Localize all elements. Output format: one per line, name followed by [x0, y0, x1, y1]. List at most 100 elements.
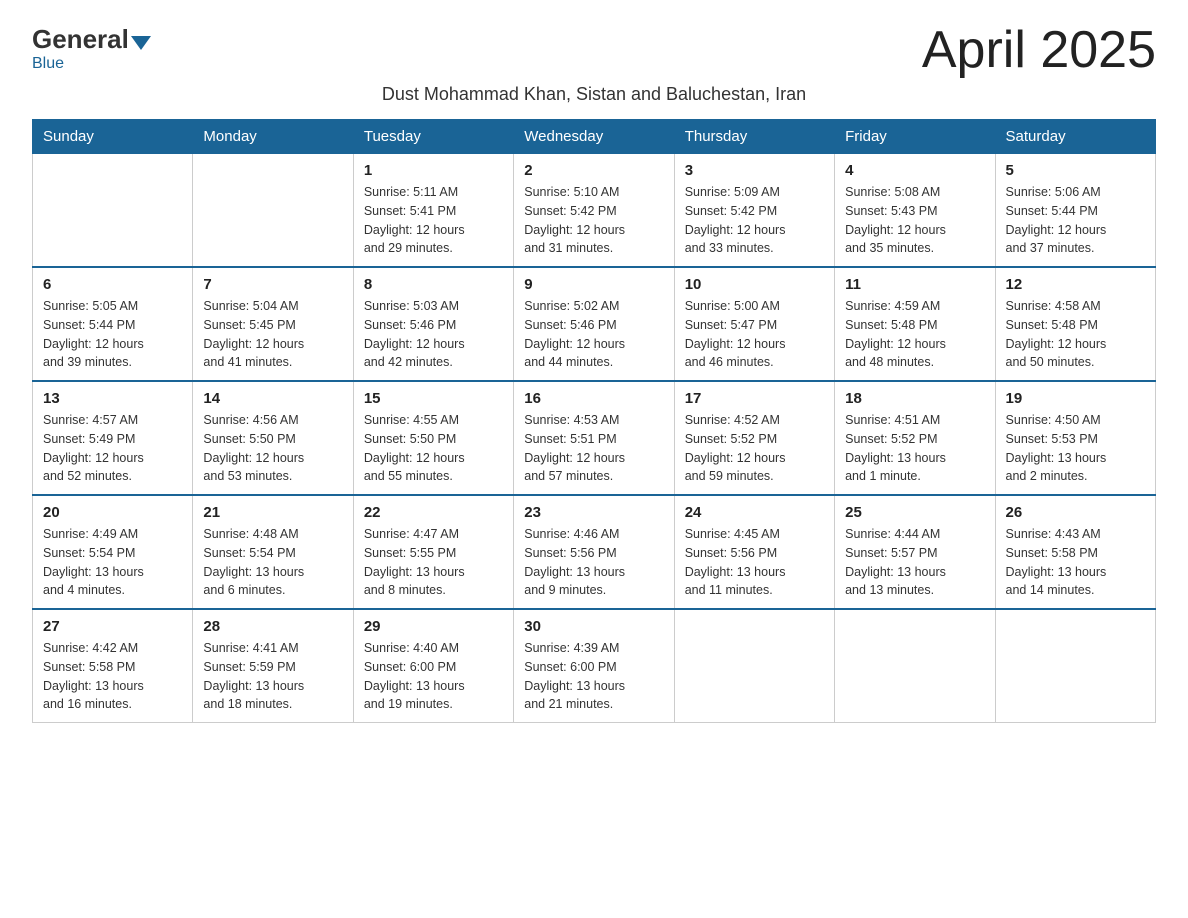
day-number: 7 — [203, 276, 342, 293]
calendar-week-row: 13 Sunrise: 4:57 AM Sunset: 5:49 PM Dayli… — [33, 381, 1156, 495]
page-title: April 2025 — [922, 24, 1156, 76]
weekday-header-thursday: Thursday — [674, 120, 834, 154]
calendar-table: SundayMondayTuesdayWednesdayThursdayFrid… — [32, 119, 1156, 723]
calendar-body: 1 Sunrise: 5:11 AM Sunset: 5:41 PM Daylig… — [33, 154, 1156, 723]
day-info: Sunrise: 4:52 AM Sunset: 5:52 PM Dayligh… — [685, 411, 824, 486]
day-info: Sunrise: 4:48 AM Sunset: 5:54 PM Dayligh… — [203, 525, 342, 600]
day-info: Sunrise: 5:03 AM Sunset: 5:46 PM Dayligh… — [364, 297, 503, 372]
day-info: Sunrise: 4:56 AM Sunset: 5:50 PM Dayligh… — [203, 411, 342, 486]
calendar-header-row: SundayMondayTuesdayWednesdayThursdayFrid… — [33, 120, 1156, 154]
day-info: Sunrise: 4:44 AM Sunset: 5:57 PM Dayligh… — [845, 525, 984, 600]
day-info: Sunrise: 4:42 AM Sunset: 5:58 PM Dayligh… — [43, 639, 182, 714]
calendar-cell: 6 Sunrise: 5:05 AM Sunset: 5:44 PM Daylig… — [33, 267, 193, 381]
calendar-week-row: 20 Sunrise: 4:49 AM Sunset: 5:54 PM Dayli… — [33, 495, 1156, 609]
calendar-cell: 22 Sunrise: 4:47 AM Sunset: 5:55 PM Dayli… — [353, 495, 513, 609]
day-info: Sunrise: 5:06 AM Sunset: 5:44 PM Dayligh… — [1006, 183, 1145, 258]
calendar-cell: 25Sunrise: 4:44 AM Sunset: 5:57 PM Dayli… — [835, 495, 995, 609]
calendar-cell: 9 Sunrise: 5:02 AM Sunset: 5:46 PM Daylig… — [514, 267, 674, 381]
calendar-cell: 19Sunrise: 4:50 AM Sunset: 5:53 PM Dayli… — [995, 381, 1155, 495]
day-number: 15 — [364, 390, 503, 407]
logo-arrow-icon — [131, 36, 151, 50]
day-number: 9 — [524, 276, 663, 293]
day-number: 19 — [1006, 390, 1145, 407]
day-number: 29 — [364, 618, 503, 635]
day-number: 6 — [43, 276, 182, 293]
logo: General Blue — [32, 24, 153, 73]
calendar-cell: 4Sunrise: 5:08 AM Sunset: 5:43 PM Daylig… — [835, 154, 995, 268]
day-number: 22 — [364, 504, 503, 521]
day-number: 20 — [43, 504, 182, 521]
day-info: Sunrise: 5:05 AM Sunset: 5:44 PM Dayligh… — [43, 297, 182, 372]
calendar-cell: 29 Sunrise: 4:40 AM Sunset: 6:00 PM Dayli… — [353, 609, 513, 723]
calendar-cell: 30 Sunrise: 4:39 AM Sunset: 6:00 PM Dayli… — [514, 609, 674, 723]
day-info: Sunrise: 4:43 AM Sunset: 5:58 PM Dayligh… — [1006, 525, 1145, 600]
day-number: 4 — [845, 162, 984, 179]
day-info: Sunrise: 4:46 AM Sunset: 5:56 PM Dayligh… — [524, 525, 663, 600]
calendar-cell: 12Sunrise: 4:58 AM Sunset: 5:48 PM Dayli… — [995, 267, 1155, 381]
calendar-cell — [674, 609, 834, 723]
day-info: Sunrise: 5:00 AM Sunset: 5:47 PM Dayligh… — [685, 297, 824, 372]
calendar-cell — [995, 609, 1155, 723]
calendar-cell: 3Sunrise: 5:09 AM Sunset: 5:42 PM Daylig… — [674, 154, 834, 268]
weekday-header-friday: Friday — [835, 120, 995, 154]
calendar-cell: 2Sunrise: 5:10 AM Sunset: 5:42 PM Daylig… — [514, 154, 674, 268]
calendar-cell: 7 Sunrise: 5:04 AM Sunset: 5:45 PM Daylig… — [193, 267, 353, 381]
calendar-week-row: 6 Sunrise: 5:05 AM Sunset: 5:44 PM Daylig… — [33, 267, 1156, 381]
calendar-cell: 8 Sunrise: 5:03 AM Sunset: 5:46 PM Daylig… — [353, 267, 513, 381]
weekday-header-saturday: Saturday — [995, 120, 1155, 154]
day-info: Sunrise: 4:47 AM Sunset: 5:55 PM Dayligh… — [364, 525, 503, 600]
calendar-cell: 16 Sunrise: 4:53 AM Sunset: 5:51 PM Dayli… — [514, 381, 674, 495]
day-number: 11 — [845, 276, 984, 293]
calendar-cell — [835, 609, 995, 723]
day-info: Sunrise: 4:59 AM Sunset: 5:48 PM Dayligh… — [845, 297, 984, 372]
day-number: 30 — [524, 618, 663, 635]
calendar-week-row: 27 Sunrise: 4:42 AM Sunset: 5:58 PM Dayli… — [33, 609, 1156, 723]
calendar-cell: 24Sunrise: 4:45 AM Sunset: 5:56 PM Dayli… — [674, 495, 834, 609]
day-number: 23 — [524, 504, 663, 521]
subtitle: Dust Mohammad Khan, Sistan and Baluchest… — [32, 84, 1156, 105]
day-number: 21 — [203, 504, 342, 521]
day-number: 28 — [203, 618, 342, 635]
calendar-cell: 11 Sunrise: 4:59 AM Sunset: 5:48 PM Dayli… — [835, 267, 995, 381]
calendar-cell: 23 Sunrise: 4:46 AM Sunset: 5:56 PM Dayli… — [514, 495, 674, 609]
day-info: Sunrise: 4:49 AM Sunset: 5:54 PM Dayligh… — [43, 525, 182, 600]
weekday-header-tuesday: Tuesday — [353, 120, 513, 154]
day-info: Sunrise: 5:11 AM Sunset: 5:41 PM Dayligh… — [364, 183, 503, 258]
day-info: Sunrise: 5:04 AM Sunset: 5:45 PM Dayligh… — [203, 297, 342, 372]
weekday-header-monday: Monday — [193, 120, 353, 154]
calendar-cell: 15Sunrise: 4:55 AM Sunset: 5:50 PM Dayli… — [353, 381, 513, 495]
calendar-cell: 27 Sunrise: 4:42 AM Sunset: 5:58 PM Dayli… — [33, 609, 193, 723]
calendar-cell: 28 Sunrise: 4:41 AM Sunset: 5:59 PM Dayli… — [193, 609, 353, 723]
day-info: Sunrise: 4:39 AM Sunset: 6:00 PM Dayligh… — [524, 639, 663, 714]
day-number: 8 — [364, 276, 503, 293]
calendar-week-row: 1 Sunrise: 5:11 AM Sunset: 5:41 PM Daylig… — [33, 154, 1156, 268]
day-number: 14 — [203, 390, 342, 407]
calendar-cell — [193, 154, 353, 268]
day-number: 3 — [685, 162, 824, 179]
day-info: Sunrise: 4:41 AM Sunset: 5:59 PM Dayligh… — [203, 639, 342, 714]
calendar-cell — [33, 154, 193, 268]
day-info: Sunrise: 4:57 AM Sunset: 5:49 PM Dayligh… — [43, 411, 182, 486]
weekday-header-wednesday: Wednesday — [514, 120, 674, 154]
day-number: 5 — [1006, 162, 1145, 179]
day-info: Sunrise: 4:53 AM Sunset: 5:51 PM Dayligh… — [524, 411, 663, 486]
day-number: 1 — [364, 162, 503, 179]
day-number: 13 — [43, 390, 182, 407]
page-header: General Blue April 2025 — [32, 24, 1156, 76]
day-info: Sunrise: 4:40 AM Sunset: 6:00 PM Dayligh… — [364, 639, 503, 714]
weekday-header-sunday: Sunday — [33, 120, 193, 154]
calendar-cell: 20 Sunrise: 4:49 AM Sunset: 5:54 PM Dayli… — [33, 495, 193, 609]
day-info: Sunrise: 5:02 AM Sunset: 5:46 PM Dayligh… — [524, 297, 663, 372]
day-number: 16 — [524, 390, 663, 407]
calendar-cell: 5 Sunrise: 5:06 AM Sunset: 5:44 PM Daylig… — [995, 154, 1155, 268]
day-number: 27 — [43, 618, 182, 635]
calendar-cell: 17 Sunrise: 4:52 AM Sunset: 5:52 PM Dayli… — [674, 381, 834, 495]
logo-general-text: General — [32, 24, 129, 55]
day-info: Sunrise: 4:58 AM Sunset: 5:48 PM Dayligh… — [1006, 297, 1145, 372]
calendar-cell: 13 Sunrise: 4:57 AM Sunset: 5:49 PM Dayli… — [33, 381, 193, 495]
day-info: Sunrise: 4:51 AM Sunset: 5:52 PM Dayligh… — [845, 411, 984, 486]
calendar-cell: 14 Sunrise: 4:56 AM Sunset: 5:50 PM Dayli… — [193, 381, 353, 495]
day-number: 17 — [685, 390, 824, 407]
day-number: 10 — [685, 276, 824, 293]
day-number: 2 — [524, 162, 663, 179]
